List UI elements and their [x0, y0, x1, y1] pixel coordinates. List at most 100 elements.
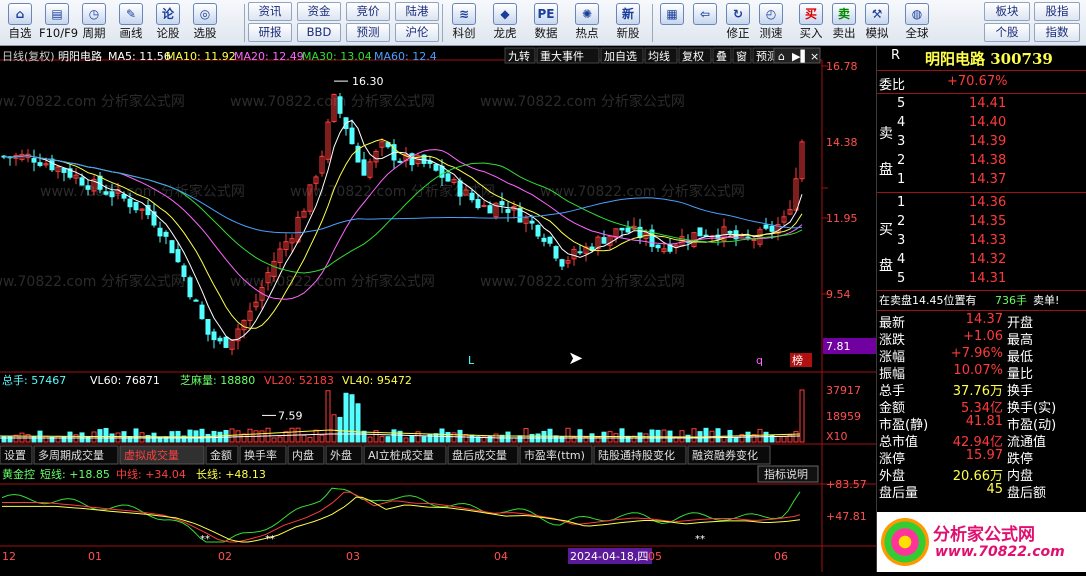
toolbar-button-globe[interactable]: ◍ 全球: [901, 2, 933, 44]
volume-bar: [187, 429, 193, 443]
candle-body: [397, 160, 403, 163]
candle-body: [487, 205, 493, 214]
toolbar-button-ipo[interactable]: 新新股: [610, 2, 646, 44]
toolbar-button-hot[interactable]: ✺ 热点: [569, 2, 605, 44]
signal-marker: **: [265, 534, 275, 545]
indicator-short: 短线: +18.85: [40, 467, 110, 481]
toolbar-button-speed[interactable]: ◴ 测速: [755, 2, 787, 44]
toolbar-button-4[interactable]: 论论股: [150, 2, 186, 44]
toolbar-button-3[interactable]: ✎ 画线: [113, 2, 149, 44]
volume-bar: [715, 428, 721, 443]
quick-button[interactable]: 资讯: [248, 2, 292, 21]
chart-tab-label: 九转: [508, 49, 530, 63]
volume-header-item: 总手: 57467: [2, 373, 66, 387]
dragon-icon: ◆: [493, 3, 517, 25]
candle-body: [85, 185, 91, 190]
buy-level: 2: [897, 214, 906, 229]
toolbar-button-pe[interactable]: PE 数据: [528, 2, 564, 44]
buy-price: 14.35: [969, 214, 1007, 229]
volume-header-item: VL60: 76871: [90, 374, 160, 387]
candle-body: [703, 234, 709, 237]
candle-body: [553, 246, 559, 259]
region-label: R: [891, 48, 901, 63]
toolbar-button-simulate[interactable]: ⚒ 模拟: [861, 2, 893, 44]
toolbar-button-dragon[interactable]: ◆ 龙虎: [487, 2, 523, 44]
chart-tab-label: 重大事件: [540, 49, 584, 63]
volume-bar: [55, 435, 61, 443]
weibi-row: 委比 +70.67%: [877, 74, 1086, 93]
pe-icon: PE: [534, 3, 558, 25]
volume-bar: [343, 392, 349, 443]
quick-button[interactable]: 沪伦: [395, 23, 439, 42]
market-button[interactable]: 个股: [984, 23, 1030, 42]
news-icon: ▤: [45, 3, 69, 25]
date-axis-label: 04: [494, 550, 508, 563]
main-header-item: 日线(复权): [2, 49, 55, 63]
buy-level: 3: [897, 233, 906, 248]
market-button[interactable]: 板块: [984, 2, 1030, 21]
quick-button[interactable]: 资金: [297, 2, 341, 21]
date-axis-label: 01: [88, 550, 102, 563]
toolbar-button-buy[interactable]: 买买入: [795, 2, 827, 44]
toolbar-button-0[interactable]: ⌂ 自选: [2, 2, 38, 44]
candle-body: [193, 299, 199, 302]
event-marker: q: [756, 354, 763, 367]
volume-bar: [511, 437, 517, 443]
globe-icon: ◍: [905, 3, 929, 25]
toolbar-button-back-arrow[interactable]: ⇦: [689, 2, 721, 44]
chart-svg[interactable]: www.70822.com 分析家公式网 www.70822.com 分析家公式网…: [0, 46, 876, 572]
volume-bar: [43, 435, 49, 443]
stat-value: 45: [986, 482, 1003, 497]
chart-tab-label: 窗: [736, 49, 747, 63]
sell-price: 14.39: [969, 134, 1007, 149]
candle-body: [103, 191, 109, 195]
candle-body: [769, 225, 775, 232]
toolbar-button-window-grid[interactable]: ▦: [656, 2, 688, 44]
quick-button[interactable]: 竞价: [346, 2, 390, 21]
quick-button[interactable]: 陆港: [395, 2, 439, 21]
candle-body: [31, 158, 37, 163]
volume-bar: [793, 431, 799, 443]
stat-value: +7.96%: [950, 346, 1003, 361]
kline-chart-area[interactable]: www.70822.com 分析家公式网 www.70822.com 分析家公式网…: [0, 46, 876, 572]
candle-body: [601, 237, 607, 244]
toolbar-button-sell[interactable]: 卖卖出: [828, 2, 860, 44]
toolbar-button-kechuang[interactable]: ≋ 科创: [446, 2, 482, 44]
candle-body: [433, 164, 439, 171]
quick-button[interactable]: 预测: [346, 23, 390, 42]
long-line: [2, 496, 801, 543]
short-line: [1, 487, 801, 543]
toolbar-button-2[interactable]: ◷ 周期: [76, 2, 112, 44]
toolbar-button-5[interactable]: ◎ 选股: [187, 2, 223, 44]
quick-button[interactable]: 研报: [248, 23, 292, 42]
indicator-mid: 中线: +34.04: [116, 467, 186, 481]
volume-bar: [139, 432, 145, 443]
candle-body: [457, 180, 463, 197]
candle-body: [697, 227, 703, 237]
toolbar-label: 买入: [799, 26, 823, 40]
candle-body: [619, 227, 625, 231]
volume-bar: [445, 431, 451, 443]
volume-bar: [409, 435, 415, 443]
date-axis-label: 12: [2, 550, 16, 563]
revise-icon: ↻: [726, 3, 750, 25]
volume-bar: [799, 389, 805, 443]
divider: [877, 310, 1086, 311]
volume-bar: [283, 431, 289, 443]
low-price-label: 7.59: [278, 409, 303, 422]
quick-button[interactable]: BBD: [297, 23, 341, 42]
sell-level-row: 3 14.39: [877, 134, 1086, 152]
big-order-notice: 在卖盘14.45位置有: [879, 294, 977, 307]
market-button[interactable]: 指数: [1034, 23, 1080, 42]
volume-bar: [271, 437, 277, 443]
toolbar-label: 全球: [905, 26, 929, 40]
divider: [877, 192, 1086, 193]
toolbar-button-revise[interactable]: ↻ 修正: [722, 2, 754, 44]
volume-bar: [463, 433, 469, 443]
candle-body: [439, 165, 445, 178]
stat-row: 涨跌 +1.06 最高: [877, 329, 1086, 348]
toolbar-button-1[interactable]: ▤ F10/F9: [39, 2, 78, 44]
volume-bar: [313, 429, 319, 443]
volume-bar: [127, 436, 133, 443]
market-button[interactable]: 股指: [1034, 2, 1080, 21]
